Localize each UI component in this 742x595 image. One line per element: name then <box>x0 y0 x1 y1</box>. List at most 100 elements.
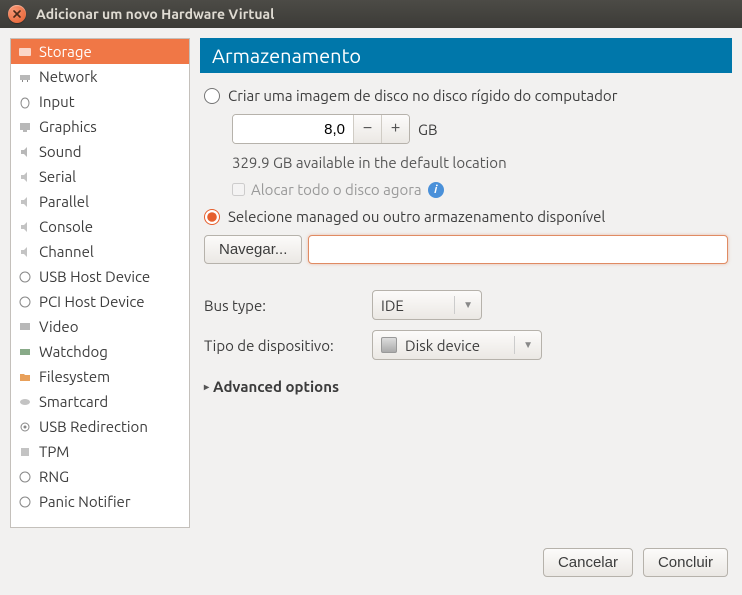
chevron-down-icon: ▼ <box>463 299 473 311</box>
usbredir-icon <box>17 419 33 435</box>
available-text: 329.9 GB available in the default locati… <box>232 154 728 171</box>
sidebar-item-label: Panic Notifier <box>39 493 131 510</box>
channel-icon <box>17 244 33 260</box>
sidebar-item-label: Watchdog <box>39 343 108 360</box>
bus-type-value: IDE <box>381 297 446 314</box>
radio-create-label: Criar uma imagem de disco no disco rígid… <box>228 87 617 104</box>
sidebar-item-parallel[interactable]: Parallel <box>11 189 189 214</box>
chevron-down-icon: ▼ <box>523 339 533 351</box>
storage-path-input[interactable] <box>308 235 728 264</box>
sidebar-item-usb[interactable]: USB Host Device <box>11 264 189 289</box>
parallel-icon <box>17 194 33 210</box>
sidebar-item-input[interactable]: Input <box>11 89 189 114</box>
bus-type-label: Bus type: <box>204 297 364 314</box>
browse-button[interactable]: Navegar... <box>204 235 302 264</box>
radio-select-label: Selecione managed ou outro armazenamento… <box>228 208 605 225</box>
device-type-label: Tipo de dispositivo: <box>204 337 364 354</box>
device-type-select[interactable]: Disk device ▼ <box>372 330 542 360</box>
window-title: Adicionar um novo Hardware Virtual <box>36 6 274 22</box>
sidebar-item-label: Filesystem <box>39 368 110 385</box>
sidebar-item-tpm[interactable]: TPM <box>11 439 189 464</box>
advanced-options-toggle[interactable]: ▸ Advanced options <box>204 378 728 395</box>
advanced-label: Advanced options <box>213 378 339 395</box>
rng-icon <box>17 469 33 485</box>
sidebar-item-label: Storage <box>39 43 92 60</box>
watchdog-icon <box>17 344 33 360</box>
pci-icon <box>17 294 33 310</box>
filesystem-icon <box>17 369 33 385</box>
sidebar-item-sound[interactable]: Sound <box>11 139 189 164</box>
finish-button[interactable]: Concluir <box>643 548 728 577</box>
size-increment[interactable]: + <box>381 115 409 143</box>
radio-create-input[interactable] <box>204 88 220 104</box>
sidebar-item-filesystem[interactable]: Filesystem <box>11 364 189 389</box>
smartcard-icon <box>17 394 33 410</box>
input-icon <box>17 94 33 110</box>
sidebar-item-label: Network <box>39 68 98 85</box>
sidebar: Storage Network Input Graphics Sound Serial Pa… <box>10 38 190 528</box>
sidebar-item-pci[interactable]: PCI Host Device <box>11 289 189 314</box>
browse-row: Navegar... <box>204 235 728 264</box>
size-unit: GB <box>418 121 437 138</box>
footer: Cancelar Concluir <box>0 538 742 587</box>
size-input[interactable] <box>233 115 353 143</box>
storage-icon <box>17 44 33 60</box>
close-button[interactable] <box>8 5 26 23</box>
sidebar-item-label: RNG <box>39 468 69 485</box>
sidebar-item-watchdog[interactable]: Watchdog <box>11 339 189 364</box>
sidebar-item-smartcard[interactable]: Smartcard <box>11 389 189 414</box>
sidebar-item-label: USB Host Device <box>39 268 150 285</box>
sidebar-item-label: Serial <box>39 168 76 185</box>
allocate-checkbox <box>232 183 245 196</box>
sidebar-item-label: Graphics <box>39 118 97 135</box>
sidebar-item-network[interactable]: Network <box>11 64 189 89</box>
size-row: − + GB <box>232 114 728 144</box>
main-panel: Armazenamento Criar uma imagem de disco … <box>200 38 732 528</box>
close-icon <box>13 10 21 18</box>
network-icon <box>17 69 33 85</box>
cancel-button[interactable]: Cancelar <box>543 548 633 577</box>
sidebar-item-label: Parallel <box>39 193 89 210</box>
sidebar-item-serial[interactable]: Serial <box>11 164 189 189</box>
size-spinbox[interactable]: − + <box>232 114 410 144</box>
sidebar-item-rng[interactable]: RNG <box>11 464 189 489</box>
sidebar-item-label: PCI Host Device <box>39 293 145 310</box>
sidebar-item-label: Sound <box>39 143 82 160</box>
sidebar-item-usbredir[interactable]: USB Redirection <box>11 414 189 439</box>
bus-type-select[interactable]: IDE ▼ <box>372 290 482 320</box>
allocate-row: Alocar todo o disco agora i <box>232 181 728 198</box>
sidebar-item-label: Console <box>39 218 93 235</box>
sidebar-item-video[interactable]: Video <box>11 314 189 339</box>
sidebar-item-panic[interactable]: Panic Notifier <box>11 489 189 514</box>
sidebar-item-label: USB Redirection <box>39 418 148 435</box>
sidebar-item-label: TPM <box>39 443 69 460</box>
usb-icon <box>17 269 33 285</box>
radio-create-image[interactable]: Criar uma imagem de disco no disco rígid… <box>204 87 728 104</box>
triangle-right-icon: ▸ <box>204 381 209 393</box>
sidebar-item-label: Input <box>39 93 75 110</box>
titlebar: Adicionar um novo Hardware Virtual <box>0 0 742 28</box>
serial-icon <box>17 169 33 185</box>
graphics-icon <box>17 119 33 135</box>
sidebar-item-console[interactable]: Console <box>11 214 189 239</box>
console-icon <box>17 219 33 235</box>
sidebar-item-graphics[interactable]: Graphics <box>11 114 189 139</box>
disk-icon <box>381 337 397 353</box>
radio-select-storage[interactable]: Selecione managed ou outro armazenamento… <box>204 208 728 225</box>
info-icon[interactable]: i <box>428 182 444 198</box>
panic-icon <box>17 494 33 510</box>
tpm-icon <box>17 444 33 460</box>
allocate-label: Alocar todo o disco agora <box>251 181 422 198</box>
radio-select-input[interactable] <box>204 209 220 225</box>
size-decrement[interactable]: − <box>353 115 381 143</box>
video-icon <box>17 319 33 335</box>
sidebar-item-storage[interactable]: Storage <box>11 39 189 64</box>
sidebar-item-channel[interactable]: Channel <box>11 239 189 264</box>
section-header: Armazenamento <box>200 38 732 73</box>
bus-type-row: Bus type: IDE ▼ <box>204 290 728 320</box>
sidebar-item-label: Channel <box>39 243 94 260</box>
device-type-value: Disk device <box>405 337 506 354</box>
sidebar-item-label: Video <box>39 318 78 335</box>
sidebar-item-label: Smartcard <box>39 393 108 410</box>
sound-icon <box>17 144 33 160</box>
